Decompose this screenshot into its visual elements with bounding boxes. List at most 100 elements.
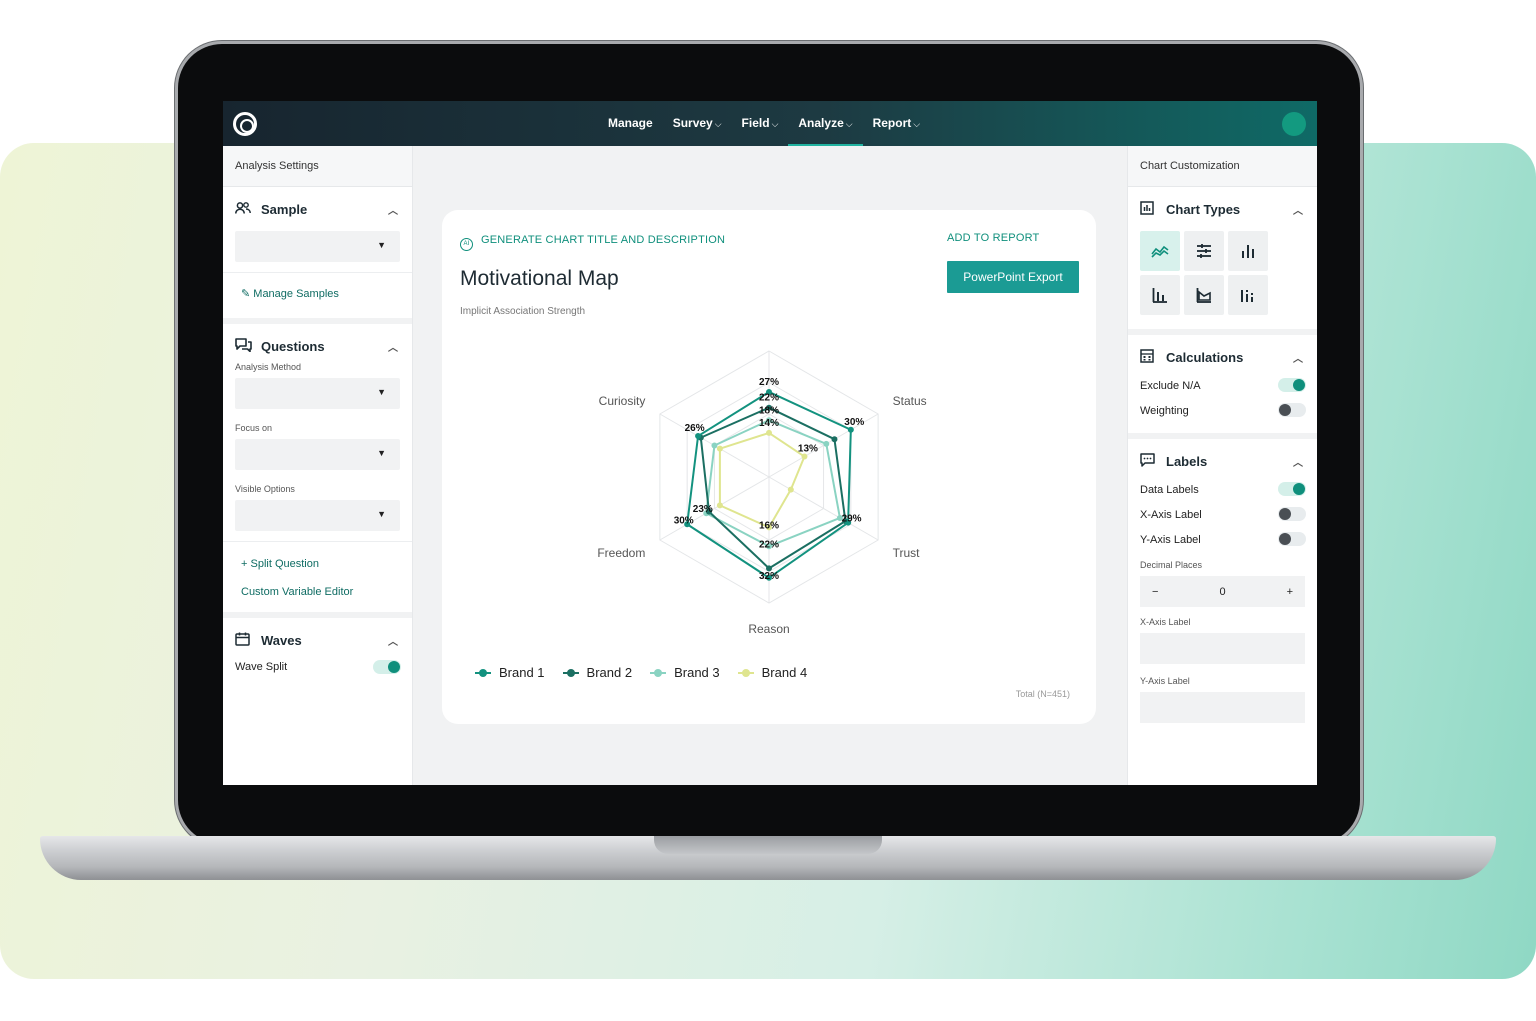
sample-header[interactable]: Sample ︿ (235, 187, 400, 231)
chart-title: Motivational Map (460, 267, 619, 290)
chevron-up-icon[interactable]: ︿ (388, 339, 398, 354)
exclude-na-label: Exclude N/A (1140, 379, 1201, 392)
chart-subtitle: Implicit Association Strength (460, 306, 586, 317)
nav-report[interactable]: Report ⌵ (863, 101, 931, 146)
app-screen: Manage Survey ⌵ Field ⌵ Analyze ⌵ Report ⌵ A… (223, 101, 1317, 785)
nav-field[interactable]: Field ⌵ (732, 101, 789, 146)
question-links: + Split Question Custom Variable Editor (223, 541, 412, 602)
nav-manage[interactable]: Manage (598, 101, 663, 146)
weighting-toggle[interactable] (1278, 403, 1306, 417)
user-avatar[interactable] (1282, 112, 1306, 136)
legend-item[interactable]: Brand 2 (562, 665, 632, 680)
toggle-knob (1279, 533, 1291, 545)
chevron-up-icon[interactable]: ︿ (388, 202, 398, 217)
radar-data-label: 22% (759, 539, 779, 550)
chart-type-grid (1140, 231, 1305, 329)
split-question-link[interactable]: + Split Question (241, 558, 394, 570)
minus-button[interactable]: − (1152, 586, 1158, 598)
generate-title-button[interactable]: AI GENERATE CHART TITLE AND DESCRIPTION (460, 234, 725, 251)
manage-samples-row: ✎ Manage Samples (223, 272, 412, 312)
legend-item[interactable]: Brand 1 (475, 665, 545, 680)
x-axis-label-input[interactable] (1140, 633, 1305, 664)
chevron-down-icon: ⌵ (771, 119, 779, 129)
comment-icon (1140, 452, 1158, 470)
marketing-stage: Manage Survey ⌵ Field ⌵ Analyze ⌵ Report ⌵ A… (0, 0, 1536, 1021)
decimal-places-label: Decimal Places (1140, 560, 1203, 570)
chart-types-section: Chart Types ︿ (1128, 187, 1317, 335)
focus-on-label: Focus on (235, 423, 273, 433)
radar-axis-label: Curiosity (599, 394, 646, 408)
questions-section: Questions ︿ Analysis Method ▼ Focus on ▼… (223, 324, 412, 618)
y-axis-label-toggle[interactable] (1278, 532, 1306, 546)
stacked-bar-icon[interactable] (1184, 231, 1224, 271)
chevron-up-icon[interactable]: ︿ (1293, 350, 1303, 365)
manage-samples-link[interactable]: ✎ Manage Samples (241, 287, 394, 300)
nav-label: Survey (672, 116, 713, 130)
nav-survey[interactable]: Survey ⌵ (663, 101, 732, 146)
legend-item[interactable]: Brand 4 (737, 665, 808, 680)
custom-variable-editor-link[interactable]: Custom Variable Editor (241, 586, 394, 598)
plus-button[interactable]: + (1287, 586, 1293, 598)
y-axis-label-text: Y-Axis Label (1140, 533, 1201, 546)
data-labels-toggle[interactable] (1278, 482, 1306, 496)
legend-marker (650, 668, 667, 678)
users-icon (235, 201, 253, 217)
exclude-na-row: Exclude N/A (1140, 373, 1306, 398)
x-axis-label-toggle[interactable] (1278, 507, 1306, 521)
sample-dropdown[interactable]: ▼ (235, 231, 400, 262)
nav-label: Analyze (798, 116, 844, 130)
radar-data-label: 18% (759, 405, 779, 416)
weighting-label: Weighting (1140, 404, 1189, 417)
chevron-up-icon[interactable]: ︿ (1293, 202, 1303, 217)
radar-data-label: 30% (674, 515, 694, 526)
radar-point (823, 440, 830, 447)
legend-label: Brand 3 (674, 665, 720, 680)
waves-section: Waves ︿ Wave Split (223, 618, 412, 679)
x-axis-label-text: X-Axis Label (1140, 508, 1202, 521)
wave-split-label: Wave Split (235, 660, 288, 673)
y-axis-label-input[interactable] (1140, 692, 1305, 723)
chart-types-header[interactable]: Chart Types ︿ (1140, 187, 1305, 231)
pencil-icon: ✎ (241, 288, 254, 300)
data-labels-row: Data Labels (1140, 477, 1306, 502)
radar-data-label: 16% (759, 520, 779, 531)
area-chart-icon[interactable] (1184, 275, 1224, 315)
link-label: Split Question (250, 558, 319, 570)
radar-point (831, 436, 838, 443)
app-logo-icon[interactable] (233, 112, 257, 136)
calculator-icon (1140, 348, 1158, 366)
legend-marker (475, 668, 491, 678)
visible-options-dropdown[interactable]: ▼ (235, 500, 400, 531)
calendar-icon (235, 632, 253, 649)
caret-down-icon: ▼ (377, 240, 386, 250)
powerpoint-export-button[interactable]: PowerPoint Export (947, 261, 1079, 293)
column-chart-icon[interactable] (1140, 275, 1180, 315)
section-title: Questions (261, 338, 325, 354)
decimal-places-value[interactable]: 0 (1219, 586, 1225, 598)
sample-section: Sample ︿ ▼ ✎ Manage Samples (223, 187, 412, 324)
radar-axis-label: Trust (893, 546, 921, 560)
chart-card: AI GENERATE CHART TITLE AND DESCRIPTION A… (442, 210, 1096, 724)
wave-split-toggle[interactable] (373, 660, 401, 674)
add-to-report-link[interactable]: ADD TO REPORT (947, 232, 1039, 244)
toggle-knob (1279, 404, 1291, 416)
exclude-na-toggle[interactable] (1278, 378, 1306, 392)
labels-section: Labels ︿ Data Labels X-Axis Label Y-Axis… (1128, 439, 1317, 723)
focus-on-dropdown[interactable]: ▼ (235, 439, 400, 470)
analysis-method-dropdown[interactable]: ▼ (235, 378, 400, 409)
y-axis-field-label: Y-Axis Label (1140, 676, 1190, 686)
chat-bubbles-icon (235, 337, 253, 355)
grouped-bar-icon[interactable] (1228, 275, 1268, 315)
chevron-up-icon[interactable]: ︿ (1293, 454, 1303, 469)
bar-chart-icon[interactable] (1228, 231, 1268, 271)
line-chart-icon[interactable] (1140, 231, 1180, 271)
nav-analyze[interactable]: Analyze ⌵ (788, 101, 863, 146)
chevron-up-icon[interactable]: ︿ (388, 633, 398, 648)
chevron-down-icon: ⌵ (845, 119, 853, 129)
radar-data-label: 23% (693, 504, 713, 515)
data-labels-label: Data Labels (1140, 483, 1199, 496)
caret-down-icon: ▼ (377, 387, 386, 397)
laptop-notch (654, 836, 882, 854)
legend-label: Brand 4 (761, 665, 808, 680)
legend-item[interactable]: Brand 3 (650, 665, 720, 680)
